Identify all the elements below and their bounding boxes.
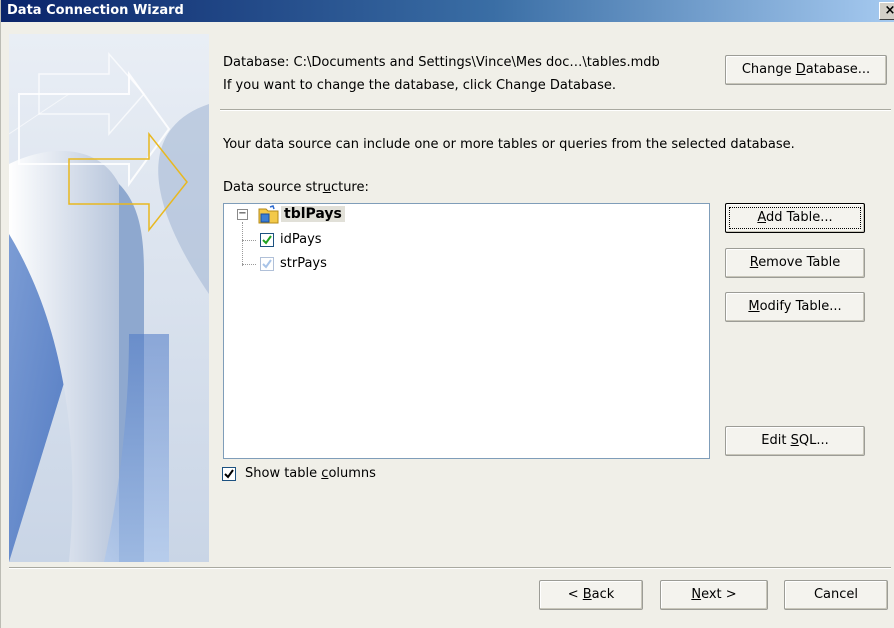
title-bar[interactable]: Data Connection Wizard × [1,0,894,22]
tree-connector [242,240,256,241]
tree-connector-vertical [242,222,243,266]
show-columns-checkbox[interactable] [222,467,236,481]
dialog-window: Data Connection Wizard × Database: C:\Do… [0,0,894,628]
close-icon: × [884,3,894,18]
tree-node-column[interactable]: idPays [280,232,322,247]
tree-node-table[interactable]: tblPays [281,206,345,222]
add-table-button[interactable]: Add Table... [725,203,865,233]
wizard-banner-image [9,34,209,562]
banner-graphic [9,34,209,562]
data-source-tree[interactable]: − tblPays idPays strPays [223,203,710,459]
close-button[interactable]: × [879,2,894,20]
checkmark-icon [224,469,234,479]
tree-node-column[interactable]: strPays [280,256,327,271]
collapse-icon[interactable]: − [237,209,248,220]
tree-connector [242,264,256,265]
separator-bottom [9,567,891,569]
change-database-button[interactable]: Change Database... [725,55,887,85]
description-text: Your data source can include one or more… [223,137,795,152]
remove-table-button[interactable]: Remove Table [725,248,865,278]
separator-top [220,109,891,111]
edit-sql-button[interactable]: Edit SQL... [725,426,865,456]
window-title: Data Connection Wizard [7,3,184,18]
back-button[interactable]: < Back [539,580,643,610]
modify-table-button[interactable]: Modify Table... [725,292,865,322]
column-checkbox-idpays[interactable] [260,233,274,247]
show-columns-label[interactable]: Show table columns [245,466,376,481]
table-folder-icon [258,205,279,224]
database-hint-label: If you want to change the database, clic… [223,78,617,93]
structure-label: Data source structure: [223,180,369,195]
focus-rect [729,207,861,229]
cancel-button[interactable]: Cancel [784,580,888,610]
column-checkbox-strpays [260,257,274,271]
next-button[interactable]: Next > [660,580,768,610]
checkmark-icon [262,235,272,245]
checkmark-icon [262,259,272,269]
database-path-label: Database: C:\Documents and Settings\Vinc… [223,55,660,70]
